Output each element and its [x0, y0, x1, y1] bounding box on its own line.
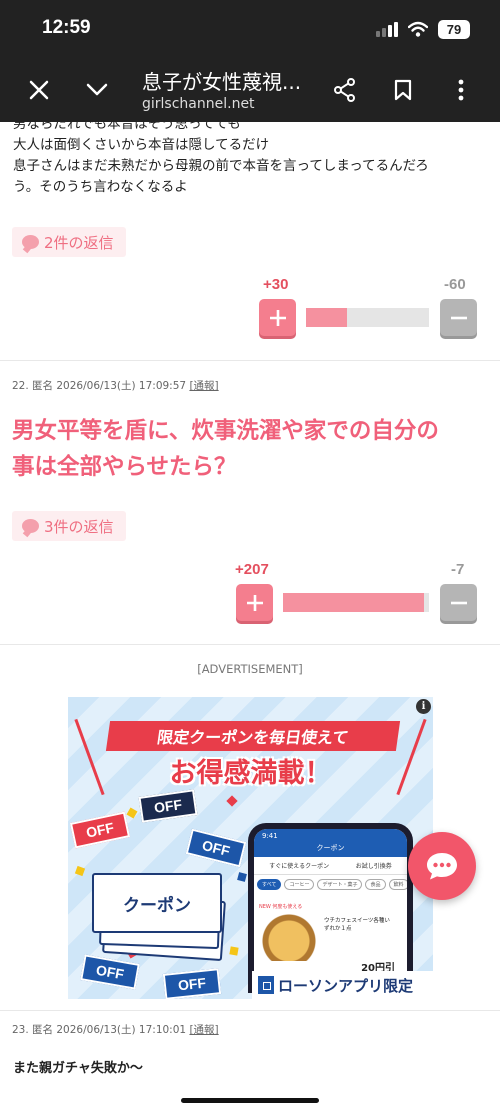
off-tag: OFF [69, 811, 131, 849]
info-icon[interactable]: i [416, 699, 431, 714]
chat-fab-button[interactable] [408, 832, 476, 900]
page-title: 息子が女性蔑視... [142, 70, 302, 94]
phone-item-desc: ウチカフェスイーツ各種いずれか１点 [324, 918, 390, 932]
minus-count: -60 [444, 276, 466, 293]
advertisement-label: [ADVERTISEMENT] [197, 662, 303, 676]
plus-count: +30 [263, 276, 289, 293]
comment-divider [0, 644, 500, 645]
off-tag: OFF [185, 828, 247, 868]
replies-button[interactable]: 2件の返信 [12, 227, 126, 257]
share-icon [334, 78, 355, 102]
off-tag: OFF [138, 789, 198, 823]
comment-line: 大人は面倒くさいから本音は隠してるだけ [13, 137, 270, 153]
lawson-logo-icon [258, 976, 274, 994]
status-icons: 79 [376, 18, 470, 40]
ad-banner[interactable]: i 限定クーポンを毎日使えて お得感満載！ OFF OFF OFF OFF OF… [68, 697, 433, 999]
plus-count: +207 [235, 561, 269, 578]
share-button[interactable] [325, 70, 365, 110]
minus-vote-button[interactable] [440, 584, 477, 621]
vote-ratio-bar [283, 593, 429, 612]
confetti [226, 795, 238, 807]
ad-subheadline: お得感満載！ [169, 758, 332, 789]
ad-footer: ローソンアプリ限定 [252, 971, 433, 999]
phone-tab: お試し引換券 [355, 863, 392, 870]
collapse-button[interactable] [77, 70, 117, 110]
home-indicator[interactable] [181, 1098, 319, 1103]
bookmark-button[interactable] [383, 70, 423, 110]
page-url: girlschannel.net [142, 96, 255, 112]
phone-chips: すべて コーヒー デザート・菓子 食品 飲料 [254, 875, 407, 894]
browser-header: 12:59 79 息子が女性蔑視... girlschannel.net [0, 0, 500, 122]
coupon-ticket: クーポン [92, 873, 222, 933]
phone-tab: すぐに使えるクーポン [269, 863, 330, 870]
replies-label: 2件の返信 [44, 233, 114, 252]
chat-bubble-icon [427, 853, 457, 880]
more-vertical-icon [458, 79, 464, 101]
comment-line: う。そのうち言わなくなるよ [13, 179, 188, 195]
phone-chip: 飲料 [388, 879, 407, 890]
phone-new-badge: NEW 何度も使える [259, 904, 303, 910]
comment-line: 男女平等を盾に、炊事洗濯や家での自分の [12, 418, 439, 444]
phone-chip: デザート・菓子 [317, 879, 363, 890]
ad-headline: 限定クーポンを毎日使えて [105, 721, 401, 751]
minus-vote-button[interactable] [440, 299, 477, 336]
phone-chip: コーヒー [284, 879, 315, 890]
off-tag: OFF [80, 954, 140, 990]
ad-footer-text: ローソンアプリ限定 [278, 976, 414, 995]
comment-23-body: また親ガチャ失敗か〜 [13, 1061, 143, 1076]
comment-22-meta: 22. 匿名 2026/06/13(土) 17:09:57 [通報] [12, 378, 219, 393]
replies-label: 3件の返信 [44, 517, 114, 536]
speech-bubble-icon [22, 235, 39, 249]
comment-divider [0, 1010, 500, 1011]
comment-line: 息子さんはまだ未熟だから母親の前で本音を言ってしまってるんだろ [13, 158, 429, 174]
replies-button[interactable]: 3件の返信 [12, 511, 126, 541]
phone-app-header: 9:41 クーポン [254, 829, 407, 857]
confetti [237, 872, 247, 882]
phone-mockup: 9:41 クーポン すぐに使えるクーポン お試し引換券 すべて コーヒー デザー… [248, 823, 413, 993]
bookmark-icon [394, 79, 412, 101]
plus-icon [269, 309, 286, 326]
minus-icon [450, 316, 467, 319]
battery-indicator: 79 [438, 19, 470, 39]
comment-line: 事は全部やらせたら？ [12, 454, 237, 480]
chevron-down-icon [86, 83, 108, 96]
comment-divider [0, 360, 500, 361]
page: 12:59 79 息子が女性蔑視... girlschannel.net 男なら… [0, 0, 500, 1111]
confetti [74, 865, 86, 877]
confetti [126, 807, 138, 819]
plus-vote-button[interactable] [259, 299, 296, 336]
phone-app-title: クーポン [316, 844, 345, 852]
phone-time: 9:41 [262, 832, 278, 840]
phone-chip: すべて [257, 879, 282, 890]
wifi-icon [408, 21, 428, 37]
signal-icon [376, 21, 398, 37]
comment-21-body: 男ならだれでも本音はそう思ってても 大人は面倒くさいから本音は隠してるだけ 息子… [13, 114, 429, 198]
phone-tabs: すぐに使えるクーポン お試し引換券 [254, 857, 407, 875]
comment-22-body: 男女平等を盾に、炊事洗濯や家での自分の 事は全部やらせたら？ [12, 413, 492, 485]
vote-ratio-fill [306, 308, 347, 327]
report-link[interactable]: [通報] [189, 1024, 218, 1036]
comment-meta-text: 23. 匿名 2026/06/13(土) 17:10:01 [12, 1024, 187, 1036]
vote-ratio-bar [306, 308, 429, 327]
confetti [229, 946, 239, 956]
plus-vote-button[interactable] [236, 584, 273, 621]
cream-puff-image [259, 911, 319, 961]
minus-icon [450, 601, 467, 604]
comment-meta-text: 22. 匿名 2026/06/13(土) 17:09:57 [12, 380, 187, 392]
vote-ratio-fill [283, 593, 425, 612]
close-button[interactable] [19, 70, 59, 110]
status-time: 12:59 [42, 17, 91, 38]
plus-icon [246, 594, 263, 611]
off-tag: OFF [162, 968, 222, 999]
close-icon [29, 80, 49, 100]
phone-screen: 9:41 クーポン すぐに使えるクーポン お試し引換券 すべて コーヒー デザー… [254, 829, 407, 993]
speech-bubble-icon [22, 519, 39, 533]
more-menu-button[interactable] [441, 70, 481, 110]
report-link[interactable]: [通報] [189, 380, 218, 392]
minus-count: -7 [451, 561, 465, 578]
phone-chip: 食品 [365, 879, 386, 890]
comment-23-meta: 23. 匿名 2026/06/13(土) 17:10:01 [通報] [12, 1022, 219, 1037]
